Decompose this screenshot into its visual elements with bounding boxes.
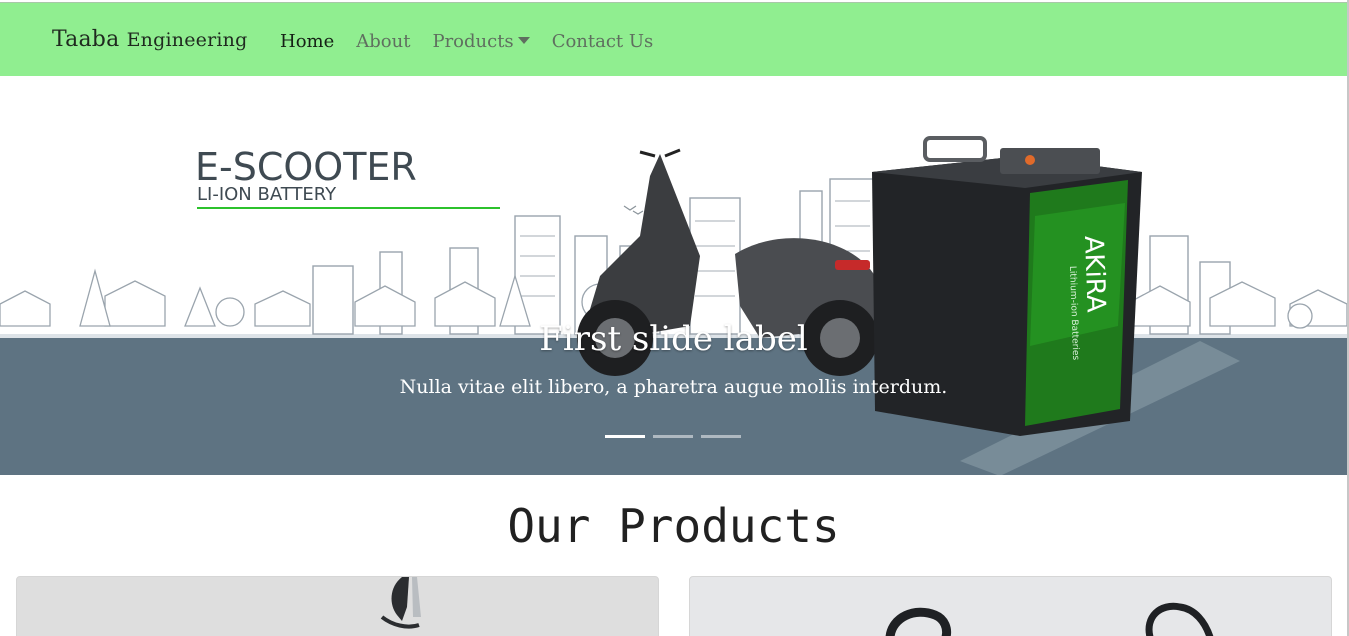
slide-image: E-SCOOTER LI-ION BATTERY AKiRA Lithium-i… bbox=[0, 136, 1347, 475]
battery-brand: AKiRA bbox=[1078, 235, 1111, 313]
indicator-slide-2[interactable] bbox=[653, 435, 693, 438]
page: Taaba Engineering Home About Products Co… bbox=[0, 0, 1347, 636]
product-image-2 bbox=[885, 602, 1214, 636]
indicator-slide-3[interactable] bbox=[701, 435, 741, 438]
nav-about[interactable]: About bbox=[356, 31, 410, 52]
brand-logo[interactable]: Taaba Engineering bbox=[52, 27, 247, 52]
chevron-down-icon bbox=[517, 36, 530, 44]
nav-home[interactable]: Home bbox=[280, 31, 334, 52]
nav-menu: Home About Products Contact Us bbox=[280, 31, 675, 52]
section-title: Our Products bbox=[507, 499, 840, 553]
nav-contact[interactable]: Contact Us bbox=[552, 31, 654, 52]
product-card-1[interactable] bbox=[16, 576, 659, 636]
nav-products-dropdown[interactable]: Products bbox=[432, 31, 530, 52]
carousel-indicators bbox=[605, 435, 741, 438]
product-card-2[interactable] bbox=[689, 576, 1332, 636]
brand-name: Taaba bbox=[52, 27, 120, 52]
navbar: Taaba Engineering Home About Products Co… bbox=[0, 2, 1347, 76]
product-image-1 bbox=[380, 577, 421, 629]
hero-carousel[interactable]: E-SCOOTER LI-ION BATTERY AKiRA Lithium-i… bbox=[0, 76, 1347, 475]
brand-subtitle: Engineering bbox=[126, 29, 248, 51]
slide-caption-title: First slide label bbox=[539, 319, 808, 359]
nav-products-label: Products bbox=[432, 31, 514, 52]
banner-subheading: LI-ION BATTERY bbox=[197, 184, 337, 205]
slide-caption-text: Nulla vitae elit libero, a pharetra augu… bbox=[399, 376, 948, 398]
indicator-slide-1[interactable] bbox=[605, 435, 645, 438]
banner-heading: E-SCOOTER bbox=[195, 145, 417, 189]
